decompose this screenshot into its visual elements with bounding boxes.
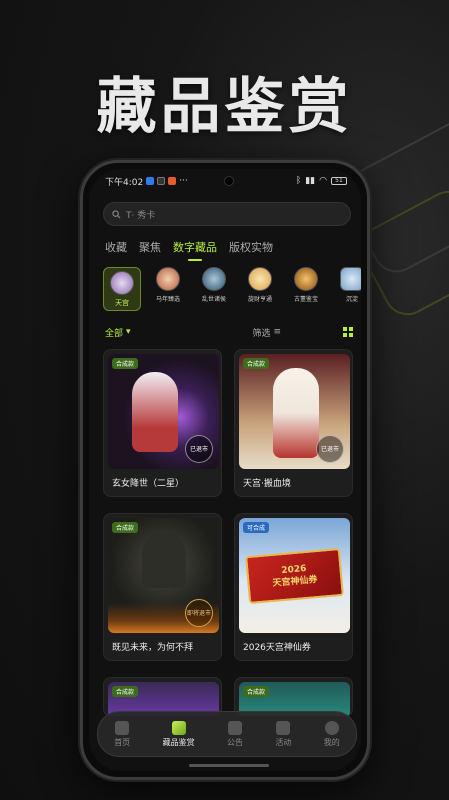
card-artwork: 合成款 已退市	[239, 354, 350, 469]
nav-label: 我的	[323, 737, 340, 747]
collectible-card[interactable]: 2026 天宫神仙券 可合成 2026天宫神仙券	[234, 513, 353, 661]
caret-down-icon: ▾	[126, 327, 131, 337]
category-thumb	[110, 271, 134, 295]
collection-icon	[171, 720, 186, 735]
wifi-icon: ◠	[319, 176, 327, 186]
camera-cutout	[224, 176, 234, 186]
tab-copyright-physical[interactable]: 版权实物	[229, 239, 273, 259]
card-artwork: 2026 天宫神仙券 可合成	[239, 518, 350, 633]
card-artwork: 合成款 即将退市	[108, 518, 219, 633]
app-screen: 下午4:02 ··· ᛒ ▮▮ ◠ 51 T· 秀卡 收藏 聚焦 数字藏品 版权…	[89, 169, 361, 771]
filter-all-dropdown[interactable]: 全部 ▾	[105, 326, 131, 339]
buddha-statue	[142, 532, 186, 588]
category-thumb	[340, 267, 361, 291]
category-fortune[interactable]: 旋财亨通	[241, 267, 279, 311]
tab-digital-collectibles[interactable]: 数字藏品	[173, 239, 217, 261]
card-badge: 合成款	[112, 686, 139, 697]
nav-announcements[interactable]: 公告	[226, 720, 243, 748]
more-notifications-icon: ···	[179, 176, 188, 186]
tiktok-icon	[157, 177, 166, 185]
search-placeholder: T· 秀卡	[126, 210, 156, 221]
phone-frame: 下午4:02 ··· ᛒ ▮▮ ◠ 51 T· 秀卡 收藏 聚焦 数字藏品 版权…	[80, 160, 370, 780]
filter-label: 筛选	[252, 328, 271, 339]
filter-all-label: 全部	[105, 328, 124, 339]
status-time: 下午4:02	[105, 177, 144, 188]
category-antiques[interactable]: 古董鉴宝	[287, 267, 325, 311]
tab-focus[interactable]: 聚焦	[139, 239, 161, 259]
home-indicator[interactable]	[189, 764, 269, 767]
soon-delisted-stamp: 即将退市	[185, 599, 213, 627]
category-precipitate[interactable]: 沉淀	[333, 267, 361, 311]
card-badge: 合成款	[243, 686, 270, 697]
card-badge: 合成款	[112, 358, 139, 369]
delisted-stamp: 已退市	[316, 435, 344, 463]
card-title: 既见未来，为何不拜	[112, 643, 194, 653]
category-thumb	[202, 267, 226, 291]
status-bar: 下午4:02 ··· ᛒ ▮▮ ◠ 51	[89, 169, 361, 193]
collectible-card[interactable]: 合成款 已退市 玄女降世（二星）	[103, 349, 222, 497]
promo-title: 藏品鉴赏	[96, 72, 353, 142]
collectible-card[interactable]: 合成款 即将退市 既见未来，为何不拜	[103, 513, 222, 661]
category-label: 沉淀	[345, 296, 358, 303]
category-tiangong[interactable]: 天宫	[103, 267, 141, 311]
filter-button[interactable]: 筛选 ≡	[252, 326, 281, 339]
card-title: 玄女降世（二星）	[112, 479, 185, 489]
category-row: 天宫 马年臻选 乱世诸侯 旋财亨通 古董鉴宝 沉淀	[103, 267, 361, 315]
search-bar[interactable]: T· 秀卡	[103, 202, 351, 226]
bluetooth-icon: ᛒ	[295, 176, 302, 186]
category-label: 天宫	[115, 299, 129, 307]
nav-home[interactable]: 首页	[114, 720, 131, 748]
category-label: 马年臻选	[155, 296, 180, 303]
announcement-icon	[227, 720, 242, 735]
category-label: 乱世诸侯	[201, 296, 226, 303]
notification-app-icon-2	[168, 177, 177, 185]
category-thumb	[248, 267, 272, 291]
home-icon	[115, 720, 130, 735]
category-warlords[interactable]: 乱世诸侯	[195, 267, 233, 311]
card-title: 2026天宫神仙券	[243, 643, 311, 653]
filter-row: 全部 ▾ 筛选 ≡	[105, 324, 353, 340]
delisted-stamp: 已退市	[185, 435, 213, 463]
grid-view-icon[interactable]	[342, 327, 353, 337]
category-label: 古董鉴宝	[293, 296, 318, 303]
card-badge: 合成款	[112, 522, 139, 533]
tab-collection[interactable]: 收藏	[105, 239, 127, 259]
activity-icon	[276, 720, 291, 735]
search-icon	[112, 209, 121, 218]
collectible-card[interactable]: 合成款 已退市 天宫·搬血境	[234, 349, 353, 497]
immortal-ticket: 2026 天宫神仙券	[245, 547, 344, 605]
nav-profile[interactable]: 我的	[323, 720, 340, 748]
card-title: 天宫·搬血境	[243, 479, 291, 489]
profile-icon	[324, 720, 339, 735]
card-badge: 合成款	[243, 358, 270, 369]
top-tabs: 收藏 聚焦 数字藏品 版权实物	[105, 239, 273, 261]
character-figure	[273, 368, 319, 458]
category-label: 旋财亨通	[247, 296, 272, 303]
notification-app-icon	[146, 177, 155, 185]
category-thumb	[294, 267, 318, 291]
bottom-navigation: 首页 藏品鉴赏 公告 活动 我的	[97, 711, 357, 757]
character-figure	[132, 372, 178, 452]
category-horse-year[interactable]: 马年臻选	[149, 267, 187, 311]
nav-label: 公告	[226, 737, 243, 747]
card-artwork: 合成款 已退市	[108, 354, 219, 469]
nav-activities[interactable]: 活动	[275, 720, 292, 748]
nav-label: 藏品鉴赏	[162, 737, 195, 747]
nav-label: 活动	[275, 737, 292, 747]
signal-icon: ▮▮	[305, 176, 316, 186]
category-thumb	[156, 267, 180, 291]
battery-icon: 51	[331, 177, 347, 185]
filter-icon: ≡	[273, 327, 282, 337]
nav-label: 首页	[114, 737, 131, 747]
card-badge: 可合成	[243, 522, 270, 533]
nav-collection-appreciation[interactable]: 藏品鉴赏	[162, 720, 195, 748]
